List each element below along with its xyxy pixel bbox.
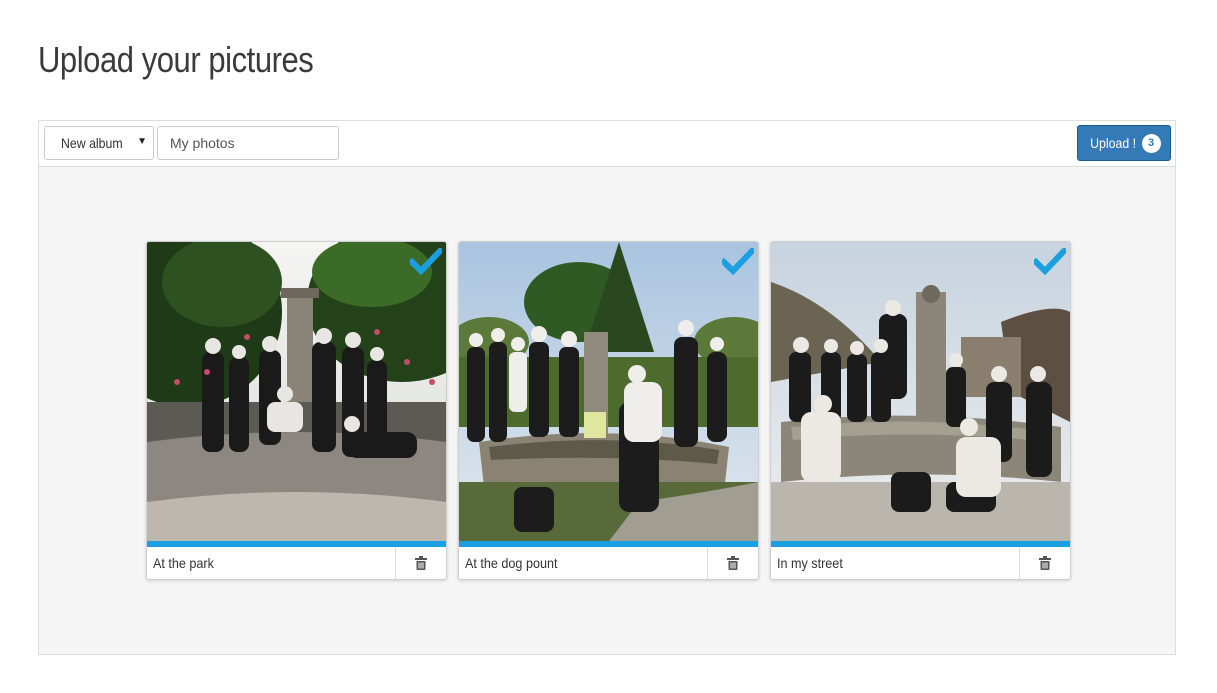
delete-button[interactable] bbox=[1020, 547, 1070, 579]
photo-caption-input[interactable]: In my street bbox=[771, 547, 1020, 579]
album-select[interactable]: New album ▼ bbox=[44, 126, 154, 160]
checkmark-icon bbox=[1034, 248, 1066, 276]
page-title: Upload your pictures bbox=[38, 39, 314, 80]
album-select-value: New album bbox=[61, 135, 123, 151]
photo-caption-row: In my street bbox=[771, 547, 1070, 579]
photo-grid: At the park At the dog pount In my stree… bbox=[146, 241, 1071, 580]
upload-toolbar: New album ▼ Upload ! 3 bbox=[39, 121, 1175, 167]
photo-thumbnail[interactable] bbox=[771, 242, 1070, 541]
photo-card: At the park bbox=[146, 241, 447, 580]
checkmark-icon bbox=[722, 248, 754, 276]
delete-button[interactable] bbox=[708, 547, 758, 579]
album-name-input[interactable] bbox=[157, 126, 339, 160]
checkmark-icon bbox=[410, 248, 442, 276]
trash-icon bbox=[727, 556, 739, 570]
upload-button-label: Upload ! bbox=[1090, 135, 1137, 151]
photo-thumbnail[interactable] bbox=[147, 242, 446, 541]
upload-count-badge: 3 bbox=[1141, 133, 1161, 153]
trash-icon bbox=[415, 556, 427, 570]
upload-button[interactable]: Upload ! 3 bbox=[1077, 125, 1171, 161]
photo-card: In my street bbox=[770, 241, 1071, 580]
photo-card: At the dog pount bbox=[458, 241, 759, 580]
caret-down-icon: ▼ bbox=[137, 136, 147, 147]
trash-icon bbox=[1039, 556, 1051, 570]
photo-caption-input[interactable]: At the dog pount bbox=[459, 547, 708, 579]
photo-caption-input[interactable]: At the park bbox=[147, 547, 396, 579]
photo-thumbnail[interactable] bbox=[459, 242, 758, 541]
photo-caption-row: At the dog pount bbox=[459, 547, 758, 579]
photo-caption-row: At the park bbox=[147, 547, 446, 579]
delete-button[interactable] bbox=[396, 547, 446, 579]
upload-panel: New album ▼ Upload ! 3 bbox=[38, 120, 1176, 655]
